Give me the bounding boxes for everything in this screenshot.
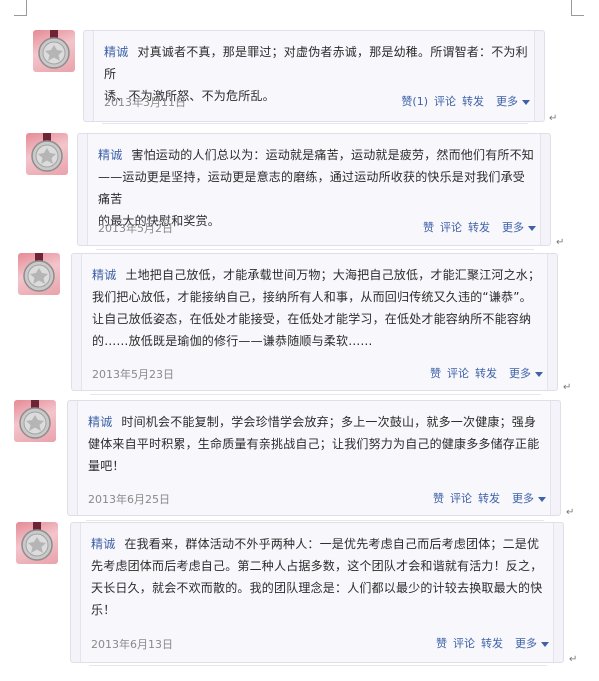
carriage-return-mark: ↵ bbox=[566, 507, 575, 518]
triangle-down-icon bbox=[528, 225, 536, 231]
post-actions: 赞(1) 评论 转发 更多 bbox=[395, 93, 530, 109]
forward-button[interactable]: 转发 bbox=[481, 637, 503, 650]
post-text-line: 的……放低既是瑜伽的修行——谦恭随顺与柔软…… bbox=[92, 334, 373, 348]
author-link[interactable]: 精诚 bbox=[91, 537, 115, 551]
medal-avatar-icon[interactable] bbox=[26, 133, 68, 175]
comment-button[interactable]: 评论 bbox=[447, 367, 469, 380]
weibo-post: 精诚 害怕运动的人们总以为：运动就是痛苦，运动就是疲劳，然而他们有所不知 ——运动更… bbox=[26, 133, 551, 250]
post-bubble: 精诚 土地把自己放低，才能承载世间万物；大海把自己放低，才能汇聚江河之水； 我们把心… bbox=[71, 253, 558, 395]
post-text-line: ——运动更是坚持，运动更是意志的磨练，通过运动所收获的快乐是对我们承受痛苦 bbox=[98, 170, 526, 206]
post-text-line: 天长日久，就会不欢而散的。我的团队理念是：人们都以最少的计较去换取最大的快 bbox=[91, 581, 543, 595]
more-button[interactable]: 更多 bbox=[506, 492, 546, 505]
medal-avatar-icon[interactable] bbox=[16, 522, 58, 564]
post-actions: 赞评论 转发 更多 bbox=[424, 365, 543, 381]
post-date: 2013年3月11日 bbox=[104, 96, 186, 109]
weibo-post: 精诚 土地把自己放低，才能承载世间万物；大海把自己放低，才能汇聚江河之水； 我们把心… bbox=[18, 253, 558, 395]
more-button[interactable]: 更多 bbox=[490, 95, 530, 108]
more-button[interactable]: 更多 bbox=[496, 221, 536, 234]
carriage-return-mark: ↵ bbox=[569, 654, 578, 665]
weibo-post: 精诚 时间机会不能复制，学会珍惜学会放弃；多上一次鼓山，就多一次健康；强身健体来自… bbox=[14, 400, 561, 521]
author-link[interactable]: 精诚 bbox=[104, 45, 128, 59]
post-text-line: 对真诚者不真，那是罪过；对虚伪者赤诚，那是幼稚。所谓智者：不为利所 bbox=[104, 45, 528, 81]
comment-button[interactable]: 评论 bbox=[453, 637, 475, 650]
more-label: 更多 bbox=[509, 367, 531, 380]
more-button[interactable]: 更多 bbox=[503, 367, 543, 380]
comment-button[interactable]: 评论 bbox=[440, 221, 462, 234]
triangle-down-icon bbox=[535, 371, 543, 377]
post-actions: 赞评论 转发 更多 bbox=[417, 219, 536, 235]
like-button[interactable]: 赞(1) bbox=[401, 95, 428, 108]
page-corner-mark-right bbox=[571, 0, 584, 16]
post-bubble: 精诚 对真诚者不真，那是罪过；对虚伪者赤诚，那是幼稚。所谓智者：不为利所 诱、不为激… bbox=[83, 30, 545, 124]
post-text-line: 我们把心放低，才能接纳自己，接纳所有人和事，从而回归传统又久违的“谦恭”。 bbox=[92, 290, 532, 304]
post-text: 精诚 土地把自己放低，才能承载世间万物；大海把自己放低，才能汇聚江河之水； 我们把心… bbox=[92, 264, 541, 352]
post-bubble: 精诚 在我看来，群体活动不外乎两种人：一是优先考虑自己而后考虑团体；二是优先考虑团… bbox=[70, 522, 564, 666]
weibo-post: 精诚 对真诚者不真，那是罪过；对虚伪者赤诚，那是幼稚。所谓智者：不为利所 诱、不为激… bbox=[33, 30, 545, 124]
post-divider bbox=[90, 394, 541, 395]
medal-avatar-icon[interactable] bbox=[14, 400, 56, 442]
post-text-line: 害怕运动的人们总以为：运动就是痛苦，运动就是疲劳，然而他们有所不知 bbox=[131, 148, 535, 162]
post-bubble: 精诚 害怕运动的人们总以为：运动就是痛苦，运动就是疲劳，然而他们有所不知 ——运动更… bbox=[77, 133, 551, 250]
carriage-return-mark: ↵ bbox=[556, 237, 565, 248]
medal-avatar-icon[interactable] bbox=[18, 253, 60, 295]
post-actions: 赞评论 转发 更多 bbox=[430, 635, 549, 651]
like-button[interactable]: 赞 bbox=[433, 492, 444, 505]
author-link[interactable]: 精诚 bbox=[92, 268, 116, 282]
post-text-line: 乐！ bbox=[91, 603, 116, 617]
post-actions: 赞评论 转发 更多 bbox=[427, 490, 546, 506]
post-text-line: 先考虑团体而后考虑自己。第二种人占据多数，这个团队才会和谐就有活力！反之， bbox=[91, 559, 543, 573]
forward-button[interactable]: 转发 bbox=[462, 95, 484, 108]
comment-button[interactable]: 评论 bbox=[450, 492, 472, 505]
post-text: 精诚 时间机会不能复制，学会珍惜学会放弃；多上一次鼓山，就多一次健康；强身健体来自… bbox=[88, 411, 544, 477]
more-label: 更多 bbox=[496, 95, 518, 108]
post-text-line: 让自己放低姿态，在低处才能接受，在低处才能学习，在低处才能容纳所不能容纳 bbox=[92, 312, 532, 326]
like-button[interactable]: 赞 bbox=[430, 367, 441, 380]
forward-button[interactable]: 转发 bbox=[475, 367, 497, 380]
triangle-down-icon bbox=[538, 496, 546, 502]
post-text-line: 量吧！ bbox=[88, 459, 125, 473]
post-date: 2013年5月23日 bbox=[92, 368, 174, 381]
post-divider bbox=[102, 123, 528, 124]
author-link[interactable]: 精诚 bbox=[88, 415, 112, 429]
post-date: 2013年6月13日 bbox=[91, 638, 173, 651]
post-text: 精诚 在我看来，群体活动不外乎两种人：一是优先考虑自己而后考虑团体；二是优先考虑团… bbox=[91, 533, 547, 621]
author-link[interactable]: 精诚 bbox=[98, 148, 122, 162]
triangle-down-icon bbox=[541, 641, 549, 647]
more-button[interactable]: 更多 bbox=[509, 637, 549, 650]
carriage-return-mark: ↵ bbox=[549, 113, 558, 124]
medal-avatar-icon[interactable] bbox=[33, 30, 75, 72]
forward-button[interactable]: 转发 bbox=[468, 221, 490, 234]
forward-button[interactable]: 转发 bbox=[478, 492, 500, 505]
post-text-line: 在我看来，群体活动不外乎两种人：一是优先考虑自己而后考虑团体；二是优 bbox=[124, 537, 540, 551]
post-date: 2013年6月25日 bbox=[88, 493, 170, 506]
carriage-return-mark: ↵ bbox=[563, 382, 572, 393]
post-text-line: 土地把自己放低，才能承载世间万物；大海把自己放低，才能汇聚江河之水； bbox=[125, 268, 541, 282]
page-corner-mark-left bbox=[14, 0, 27, 16]
more-label: 更多 bbox=[515, 637, 537, 650]
post-text-line: 时间机会不能复制，学会珍惜学会放弃；多上一次鼓山，就多一次健康；强身 bbox=[121, 415, 537, 429]
post-divider bbox=[96, 249, 534, 250]
weibo-post: 精诚 在我看来，群体活动不外乎两种人：一是优先考虑自己而后考虑团体；二是优先考虑团… bbox=[16, 522, 564, 666]
more-label: 更多 bbox=[502, 221, 524, 234]
post-date: 2013年5月2日 bbox=[98, 222, 173, 235]
post-bubble: 精诚 时间机会不能复制，学会珍惜学会放弃；多上一次鼓山，就多一次健康；强身健体来自… bbox=[67, 400, 561, 521]
post-text-line: 健体来自平时积累，生命质量有亲挑战自己；让我们努力为自己的健康多多储存正能 bbox=[88, 437, 540, 451]
like-button[interactable]: 赞 bbox=[423, 221, 434, 234]
like-button[interactable]: 赞 bbox=[436, 637, 447, 650]
post-divider bbox=[89, 665, 547, 666]
post-divider bbox=[86, 520, 544, 521]
more-label: 更多 bbox=[512, 492, 534, 505]
triangle-down-icon bbox=[522, 99, 530, 105]
comment-button[interactable]: 评论 bbox=[434, 95, 456, 108]
